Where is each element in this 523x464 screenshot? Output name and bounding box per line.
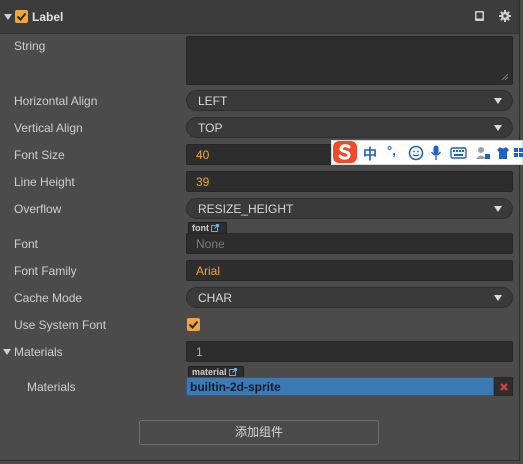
vertical-align-select[interactable]: TOP <box>186 117 513 138</box>
materials-count-value: 1 <box>196 345 203 359</box>
dropdown-arrow-icon <box>494 295 502 301</box>
dropdown-arrow-icon <box>494 125 502 131</box>
sogou-logo-icon[interactable] <box>332 140 358 165</box>
line-height-input[interactable]: 39 <box>186 171 513 192</box>
cache-mode-label: Cache Mode <box>14 291 83 305</box>
overflow-select[interactable]: RESIZE_HEIGHT <box>186 198 513 219</box>
use-system-font-checkbox[interactable] <box>187 318 200 331</box>
material-asset-field[interactable]: builtin-2d-sprite <box>186 377 494 396</box>
font-family-value: Arial <box>196 264 221 278</box>
font-label: Font <box>14 237 39 251</box>
font-value: None <box>196 237 225 251</box>
external-link-icon[interactable] <box>211 224 219 232</box>
line-height-label: Line Height <box>14 175 75 189</box>
external-link-icon[interactable] <box>228 368 237 376</box>
font-tag-label: font <box>192 223 209 233</box>
font-size-value: 40 <box>196 148 210 162</box>
dropdown-arrow-icon <box>494 98 502 104</box>
dropdown-arrow-icon <box>494 206 502 212</box>
font-size-label: Font Size <box>14 148 65 162</box>
font-asset-field[interactable]: None <box>186 233 513 254</box>
user-tools-icon[interactable] <box>475 144 491 162</box>
component-title: Label <box>32 10 64 24</box>
ime-toolbar[interactable]: 中 °, <box>331 140 523 165</box>
font-asset-tag[interactable]: font <box>188 222 227 233</box>
microphone-icon[interactable] <box>430 144 442 162</box>
overflow-value: RESIZE_HEIGHT <box>198 202 294 216</box>
string-label: String <box>14 39 46 53</box>
skin-shirt-icon[interactable] <box>496 144 510 162</box>
cache-mode-value: CHAR <box>198 291 233 305</box>
keyboard-icon[interactable] <box>450 144 467 162</box>
material-asset-tag[interactable]: material <box>188 366 244 377</box>
materials-expand-arrow-icon[interactable] <box>3 349 11 355</box>
font-family-input[interactable]: Arial <box>186 260 513 281</box>
materials-count-input[interactable]: 1 <box>186 341 513 362</box>
line-height-value: 39 <box>196 175 210 189</box>
component-header[interactable]: Label <box>0 0 519 34</box>
toolbox-grid-icon[interactable] <box>514 144 523 162</box>
help-book-icon[interactable] <box>474 10 485 25</box>
emoji-icon[interactable] <box>408 144 424 162</box>
component-enabled-checkbox[interactable] <box>15 10 28 23</box>
resize-grip-icon[interactable] <box>501 73 509 81</box>
material-value: builtin-2d-sprite <box>190 380 281 394</box>
ime-punctuation[interactable]: °, <box>387 143 396 161</box>
cache-mode-select[interactable]: CHAR <box>186 287 513 308</box>
settings-gear-icon[interactable] <box>499 10 511 25</box>
use-system-font-label: Use System Font <box>14 318 107 332</box>
material-item-label: Materials <box>27 380 76 394</box>
collapse-arrow-icon[interactable] <box>4 14 12 20</box>
label-component-panel: Label String Horizontal Align LEFT Verti… <box>0 0 520 461</box>
close-icon <box>500 383 508 391</box>
ime-chinese-mode[interactable]: 中 <box>363 144 377 163</box>
horizontal-align-value: LEFT <box>198 94 228 108</box>
materials-label: Materials <box>14 345 63 359</box>
vertical-align-label: Vertical Align <box>14 121 83 135</box>
vertical-align-value: TOP <box>198 121 223 135</box>
horizontal-align-label: Horizontal Align <box>14 94 98 108</box>
material-tag-label: material <box>192 367 227 377</box>
font-family-label: Font Family <box>14 264 77 278</box>
horizontal-align-select[interactable]: LEFT <box>186 90 513 111</box>
overflow-label: Overflow <box>14 202 62 216</box>
add-component-button[interactable]: 添加组件 <box>139 420 379 445</box>
string-textarea[interactable] <box>186 36 513 85</box>
remove-material-button[interactable] <box>494 377 513 396</box>
